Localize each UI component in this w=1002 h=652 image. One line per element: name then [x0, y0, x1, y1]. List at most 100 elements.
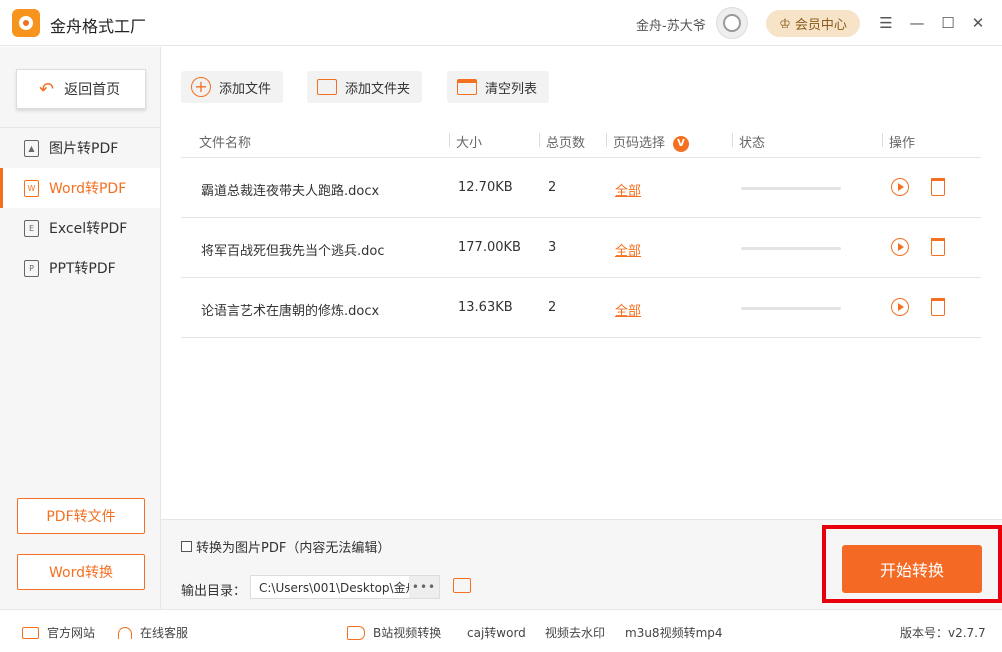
output-dir-label: 输出目录：	[181, 584, 247, 599]
clear-list-button[interactable]: 清空列表	[447, 71, 550, 103]
promo-link-caj[interactable]: caj转word	[467, 624, 526, 641]
promo-link-label: B站视频转换	[373, 626, 442, 640]
sidebar-item-excel-to-pdf[interactable]: E Excel转PDF	[0, 208, 160, 248]
back-home-label: 返回首页	[64, 82, 121, 98]
trash-icon[interactable]	[931, 298, 945, 316]
sidebar-item-label: 图片转PDF	[49, 141, 119, 157]
username[interactable]: 金舟-苏大爷	[636, 15, 706, 34]
sidebar-item-word-to-pdf[interactable]: W Word转PDF	[0, 168, 160, 208]
header-pages: 总页数	[546, 136, 586, 151]
table-row: 霸道总裁连夜带夫人跑路.docx 12.70KB 2 全部	[181, 158, 981, 218]
output-path-field[interactable]: C:\Users\001\Desktop\金舟 •••	[250, 575, 440, 599]
excel-file-icon: E	[24, 219, 39, 237]
clear-list-label: 清空列表	[485, 81, 538, 97]
output-path-value: C:\Users\001\Desktop\金舟	[259, 580, 418, 595]
online-support-link[interactable]: 在线客服	[118, 624, 188, 641]
title-bar: 金舟格式工厂 金舟-苏大爷 ♔ 会员中心 ☰ — ☐ ✕	[0, 0, 1002, 46]
promo-link-bilibili[interactable]: B站视频转换	[347, 624, 441, 641]
close-icon[interactable]: ✕	[968, 13, 988, 33]
vip-center-label: 会员中心	[794, 17, 847, 32]
promo-link-watermark[interactable]: 视频去水印	[545, 624, 605, 641]
sidebar-item-label: PPT转PDF	[49, 261, 116, 277]
page-count: 2	[548, 180, 557, 195]
page-select-link[interactable]: 全部	[615, 180, 641, 199]
sidebar-item-image-to-pdf[interactable]: ▲ 图片转PDF	[0, 128, 160, 168]
header-page-select-label: 页码选择	[613, 136, 666, 151]
checkbox-box[interactable]	[181, 541, 192, 552]
image-file-icon: ▲	[24, 139, 39, 157]
header-file-name: 文件名称	[199, 136, 252, 151]
sidebar: ↶ 返回首页 ▲ 图片转PDF W Word转PDF E Excel转PDF P…	[0, 47, 161, 609]
file-name: 霸道总裁连夜带夫人跑路.docx	[201, 184, 380, 199]
official-website-label: 官方网站	[47, 626, 96, 640]
play-icon[interactable]	[891, 178, 909, 196]
play-icon[interactable]	[891, 238, 909, 256]
add-folder-label: 添加文件夹	[345, 81, 411, 97]
main-panel: + 添加文件 添加文件夹 清空列表 文件名称 大小 总页数 页码选择 V 状态 操…	[161, 47, 1002, 519]
megaphone-icon	[347, 625, 365, 640]
play-icon[interactable]	[891, 298, 909, 316]
vip-center-button[interactable]: ♔ 会员中心	[766, 10, 860, 37]
page-count: 2	[548, 300, 557, 315]
avatar[interactable]	[716, 7, 748, 39]
add-file-button[interactable]: + 添加文件	[181, 71, 284, 103]
sidebar-item-label: Word转PDF	[49, 181, 127, 197]
menu-icon[interactable]: ☰	[876, 13, 896, 33]
start-button-highlight: 开始转换	[822, 525, 1002, 603]
header-size: 大小	[456, 136, 483, 151]
add-file-label: 添加文件	[219, 81, 272, 97]
official-website-link[interactable]: 官方网站	[22, 624, 95, 641]
crown-icon: ♔	[779, 15, 791, 31]
file-size: 177.00KB	[458, 240, 521, 255]
footer: 官方网站 在线客服 B站视频转换 caj转word 视频去水印 m3u8视频转m…	[0, 609, 1002, 652]
header-page-select: 页码选择 V	[613, 132, 690, 152]
pdf-to-file-button[interactable]: PDF转文件	[17, 498, 145, 534]
start-convert-button[interactable]: 开始转换	[842, 545, 982, 593]
add-folder-button[interactable]: 添加文件夹	[307, 71, 423, 103]
app-logo-icon	[12, 9, 40, 37]
word-convert-button[interactable]: Word转换	[17, 554, 145, 590]
open-folder-icon[interactable]	[453, 578, 471, 593]
progress-bar	[741, 307, 841, 310]
table-row: 论语言艺术在唐朝的修炼.docx 13.63KB 2 全部	[181, 278, 981, 338]
online-support-label: 在线客服	[140, 626, 189, 640]
back-home-button[interactable]: ↶ 返回首页	[16, 69, 146, 109]
file-name: 论语言艺术在唐朝的修炼.docx	[201, 304, 380, 319]
options-panel: 转换为图片PDF（内容无法编辑） 输出目录： C:\Users\001\Desk…	[161, 519, 1002, 609]
file-size: 13.63KB	[458, 300, 513, 315]
header-separator	[882, 133, 883, 147]
sidebar-item-label: Excel转PDF	[49, 221, 128, 237]
table-header: 文件名称 大小 总页数 页码选择 V 状态 操作	[181, 123, 981, 158]
minimize-icon[interactable]: —	[907, 13, 927, 33]
header-separator	[449, 133, 450, 147]
monitor-icon	[22, 626, 39, 639]
header-action: 操作	[889, 136, 916, 151]
header-separator	[606, 133, 607, 147]
version-label: 版本号：v2.7.7	[900, 626, 986, 640]
header-status: 状态	[739, 136, 766, 151]
avatar-face-icon	[723, 14, 741, 32]
page-select-link[interactable]: 全部	[615, 240, 641, 259]
headset-icon	[118, 626, 132, 639]
word-file-icon: W	[24, 179, 39, 197]
sidebar-item-ppt-to-pdf[interactable]: P PPT转PDF	[0, 248, 160, 288]
image-pdf-checkbox[interactable]: 转换为图片PDF（内容无法编辑）	[181, 537, 390, 556]
file-name: 将军百战死但我先当个逃兵.doc	[201, 244, 385, 259]
basket-icon	[457, 79, 477, 95]
app-title: 金舟格式工厂	[50, 17, 147, 36]
page-select-link[interactable]: 全部	[615, 300, 641, 319]
progress-bar	[741, 187, 841, 190]
trash-icon[interactable]	[931, 178, 945, 196]
maximize-icon[interactable]: ☐	[938, 13, 958, 33]
folder-icon	[317, 79, 337, 95]
vip-badge-icon: V	[673, 135, 690, 152]
progress-bar	[741, 247, 841, 250]
header-separator	[732, 133, 733, 147]
page-count: 3	[548, 240, 557, 255]
add-circle-icon: +	[191, 77, 211, 97]
trash-icon[interactable]	[931, 238, 945, 256]
image-pdf-label: 转换为图片PDF（内容无法编辑）	[196, 541, 391, 556]
table-row: 将军百战死但我先当个逃兵.doc 177.00KB 3 全部	[181, 218, 981, 278]
browse-dots-button[interactable]: •••	[409, 576, 439, 598]
promo-link-m3u8[interactable]: m3u8视频转mp4	[625, 624, 723, 641]
